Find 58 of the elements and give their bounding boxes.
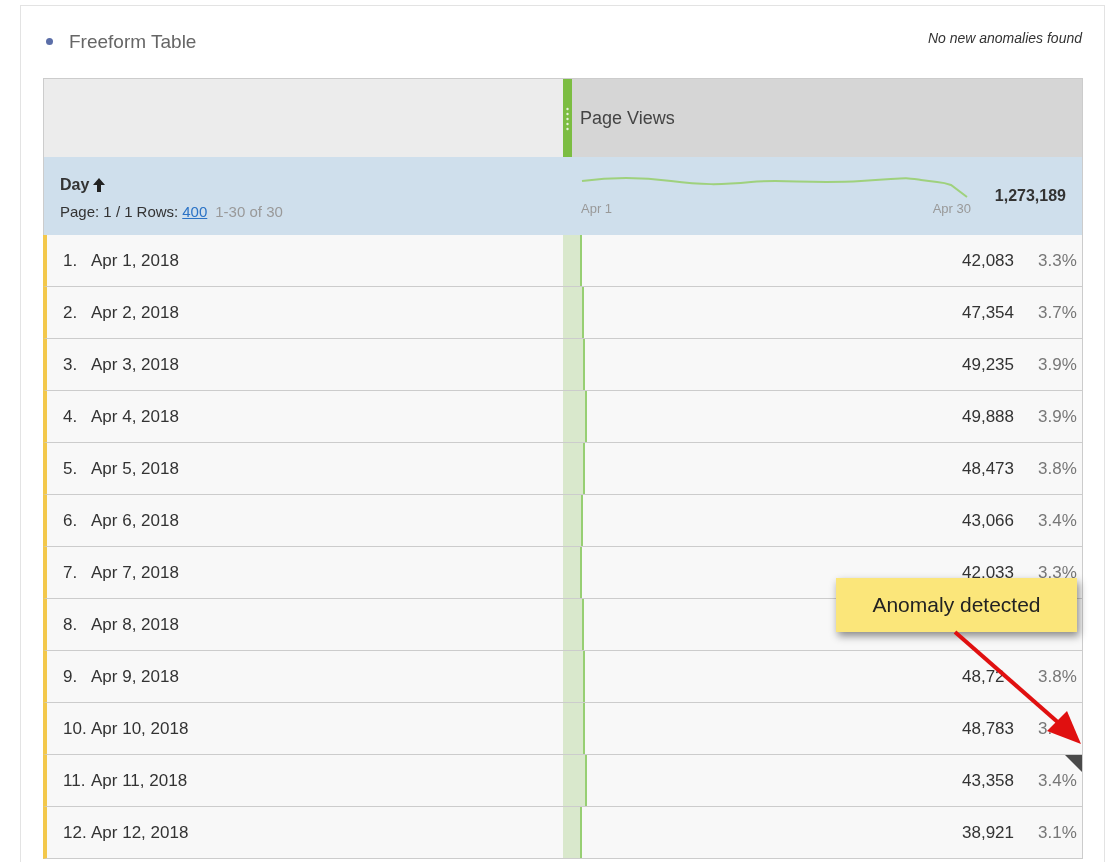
anomaly-status: No new anomalies found (927, 29, 1082, 48)
percent-value: 3. (1037, 717, 1054, 740)
row-number: 11. (63, 769, 87, 792)
percent-value: 3.4% (1037, 509, 1078, 532)
percent-value: 3.9% (1037, 353, 1078, 376)
row-number: 12. (63, 821, 88, 844)
metric-value: 38,921 (962, 821, 1015, 844)
axis-label: Apr 1 (581, 200, 613, 219)
rows-link[interactable]: 400 (182, 201, 208, 224)
dimension-label[interactable]: Day (60, 173, 90, 197)
date-cell[interactable]: Apr 7, 2018 (91, 559, 179, 586)
date-cell[interactable]: Apr 11, 2018 (91, 767, 188, 794)
row-number: 6. (63, 509, 79, 532)
total-value: 1,273,189 (994, 186, 1066, 206)
row-number: 1. (63, 249, 79, 272)
date-cell[interactable]: Apr 12, 2018 (91, 819, 189, 846)
date-cell[interactable]: Apr 2, 2018 (91, 299, 179, 326)
percent-value: 3.9% (1037, 405, 1078, 428)
date-cell[interactable]: Apr 3, 2018 (91, 351, 179, 378)
bullet-icon (46, 38, 53, 45)
row-number: 10. (63, 717, 88, 740)
percent-value: 3.7% (1037, 301, 1078, 324)
row-number: 5. (63, 457, 79, 480)
percent-value: 3.1% (1037, 821, 1078, 844)
percent-value: 3.8% (1037, 665, 1078, 688)
panel-title: Freeform Table (69, 30, 197, 54)
date-cell[interactable]: Apr 4, 2018 (91, 403, 179, 430)
drag-handle[interactable] (563, 79, 572, 157)
date-cell[interactable]: Apr 9, 2018 (91, 663, 179, 690)
row-number: 3. (63, 353, 79, 376)
percent-value: 3.8% (1037, 457, 1078, 480)
metric-value: 47,354 (962, 301, 1015, 324)
sort-up-icon[interactable] (93, 178, 106, 192)
metric-value: 42,083 (962, 249, 1015, 272)
page-label: Page: 1 / 1 (60, 202, 133, 222)
percent-value: 3.3% (1037, 249, 1078, 272)
metric-value: 48,783 (962, 717, 1015, 740)
date-cell[interactable]: Apr 5, 2018 (91, 455, 179, 482)
date-cell[interactable]: Apr 1, 2018 (91, 247, 179, 274)
metric-value: 49,235 (962, 353, 1015, 376)
column-header[interactable]: Page Views (580, 104, 675, 132)
metric-value: 48,473 (962, 457, 1015, 480)
percent-value: 3.4% (1037, 769, 1078, 792)
row-number: 8. (63, 613, 79, 636)
row-number: 7. (63, 561, 79, 584)
date-cell[interactable]: Apr 10, 2018 (91, 715, 189, 742)
rows-label: Rows: (136, 202, 179, 222)
row-number: 4. (63, 405, 79, 428)
callout: Anomaly detected (836, 578, 1077, 632)
date-cell[interactable]: Apr 6, 2018 (91, 507, 179, 534)
row-number: 9. (63, 665, 79, 688)
row-number: 2. (63, 301, 79, 324)
axis-label: Apr 30 (932, 200, 971, 219)
date-cell[interactable]: Apr 8, 2018 (91, 611, 179, 638)
range-label: 1-30 of 30 (215, 202, 283, 222)
metric-value: 43,358 (962, 769, 1015, 792)
metric-value: 49,888 (962, 405, 1015, 428)
metric-value: 43,066 (962, 509, 1015, 532)
